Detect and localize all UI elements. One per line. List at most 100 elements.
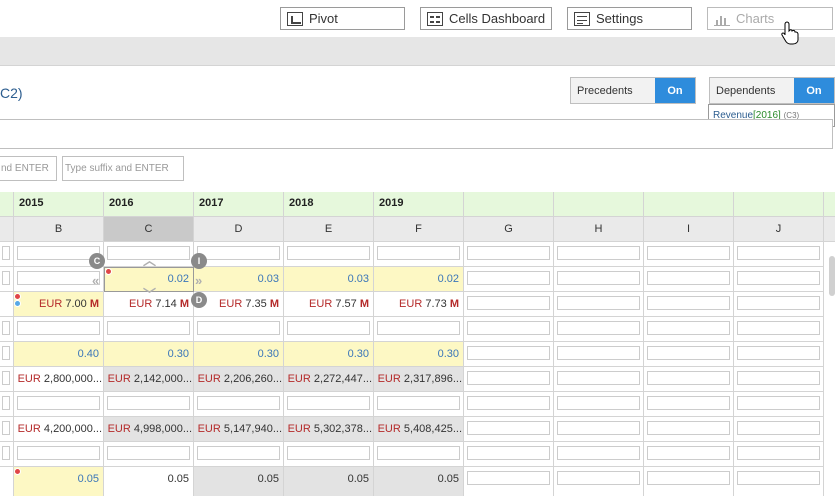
grid-cell[interactable]: EUR 7.35 M	[194, 292, 284, 317]
grid-cell[interactable]	[554, 317, 644, 342]
grid-cell[interactable]	[644, 342, 734, 367]
grid-cell[interactable]	[644, 367, 734, 392]
grid-cell[interactable]	[0, 267, 14, 292]
blank-input[interactable]	[2, 246, 10, 260]
grid-cell[interactable]	[644, 442, 734, 467]
grid-cell[interactable]: 0.05	[284, 467, 374, 496]
grid-cell[interactable]	[464, 267, 554, 292]
blank-input[interactable]	[17, 321, 100, 335]
chevron-left-icon[interactable]: «	[92, 274, 99, 287]
chevron-up-icon[interactable]: ︿	[143, 254, 156, 267]
blank-input[interactable]	[557, 271, 640, 285]
grid-cell[interactable]	[374, 317, 464, 342]
blank-input[interactable]	[377, 246, 460, 260]
blank-input[interactable]	[107, 446, 190, 460]
grid-cell[interactable]	[644, 392, 734, 417]
grid-cell[interactable]: EUR 2,206,260...	[194, 367, 284, 392]
column-header-h[interactable]: H	[554, 217, 644, 242]
grid-cell[interactable]	[734, 467, 824, 496]
grid-cell[interactable]	[554, 467, 644, 496]
grid-cell[interactable]	[554, 242, 644, 267]
blank-input[interactable]	[467, 271, 550, 285]
grid-cell[interactable]: EUR 2,142,000...	[104, 367, 194, 392]
grid-cell[interactable]	[554, 442, 644, 467]
grid-cell[interactable]	[734, 292, 824, 317]
prefix-input[interactable]: nd ENTER	[0, 156, 57, 181]
grid-cell[interactable]	[644, 317, 734, 342]
grid-cell[interactable]	[0, 292, 14, 317]
grid-cell[interactable]	[644, 292, 734, 317]
grid-cell[interactable]	[104, 317, 194, 342]
blank-input[interactable]	[647, 296, 730, 310]
grid-cell[interactable]	[194, 392, 284, 417]
grid-cell[interactable]: EUR 7.73 M	[374, 292, 464, 317]
grid-cell[interactable]	[194, 242, 284, 267]
blank-input[interactable]	[737, 371, 820, 385]
grid-cell[interactable]	[104, 392, 194, 417]
column-header-b[interactable]: B	[14, 217, 104, 242]
blank-input[interactable]	[197, 246, 280, 260]
blank-input[interactable]	[737, 246, 820, 260]
grid-cell[interactable]: EUR 5,408,425...	[374, 417, 464, 442]
grid-cell[interactable]	[464, 467, 554, 496]
grid-cell[interactable]	[0, 367, 14, 392]
dependents-toggle[interactable]: Dependents On	[709, 77, 835, 104]
grid-cell[interactable]: 0.05	[104, 467, 194, 496]
grid-cell[interactable]: EUR 7.00 M	[14, 292, 104, 317]
grid-cell[interactable]	[554, 267, 644, 292]
blank-input[interactable]	[2, 271, 10, 285]
grid-cell[interactable]: 0.30	[104, 342, 194, 367]
grid-cell[interactable]	[194, 442, 284, 467]
column-header-j[interactable]: J	[734, 217, 824, 242]
blank-input[interactable]	[737, 421, 820, 435]
blank-input[interactable]	[467, 346, 550, 360]
blank-input[interactable]	[557, 471, 640, 485]
column-header-e[interactable]: E	[284, 217, 374, 242]
blank-input[interactable]	[647, 346, 730, 360]
grid-cell[interactable]	[14, 442, 104, 467]
blank-input[interactable]	[557, 396, 640, 410]
grid-cell[interactable]	[374, 392, 464, 417]
column-header-c[interactable]: C	[104, 217, 194, 242]
blank-input[interactable]	[2, 421, 10, 435]
grid-cell[interactable]: EUR 2,272,447...	[284, 367, 374, 392]
blank-input[interactable]	[197, 446, 280, 460]
grid-cell[interactable]	[734, 417, 824, 442]
grid-cell[interactable]	[374, 242, 464, 267]
blank-input[interactable]	[557, 446, 640, 460]
grid-cell[interactable]	[644, 417, 734, 442]
grid-cell[interactable]	[464, 392, 554, 417]
blank-input[interactable]	[2, 346, 10, 360]
blank-input[interactable]	[467, 321, 550, 335]
grid-cell[interactable]	[0, 417, 14, 442]
blank-input[interactable]	[197, 396, 280, 410]
blank-input[interactable]	[2, 321, 10, 335]
dependents-on-button[interactable]: On	[794, 78, 834, 103]
blank-input[interactable]	[107, 321, 190, 335]
grid-cell[interactable]	[554, 417, 644, 442]
grid-cell[interactable]	[554, 292, 644, 317]
precedents-on-button[interactable]: On	[655, 78, 695, 103]
blank-input[interactable]	[647, 246, 730, 260]
handle-top[interactable]: I	[191, 253, 207, 269]
blank-input[interactable]	[467, 446, 550, 460]
precedents-toggle[interactable]: Precedents On	[570, 77, 696, 104]
grid-cell[interactable]	[464, 342, 554, 367]
blank-input[interactable]	[377, 396, 460, 410]
blank-input[interactable]	[287, 396, 370, 410]
blank-input[interactable]	[647, 421, 730, 435]
grid-cell[interactable]	[0, 317, 14, 342]
grid-cell[interactable]	[194, 317, 284, 342]
blank-input[interactable]	[377, 321, 460, 335]
blank-input[interactable]	[287, 246, 370, 260]
grid-cell[interactable]: EUR 4,200,000...	[14, 417, 104, 442]
blank-input[interactable]	[467, 296, 550, 310]
grid-cell[interactable]: 0.30	[284, 342, 374, 367]
grid-cell[interactable]	[734, 267, 824, 292]
blank-input[interactable]	[467, 371, 550, 385]
blank-input[interactable]	[647, 471, 730, 485]
blank-input[interactable]	[2, 396, 10, 410]
grid-cell[interactable]	[644, 242, 734, 267]
grid-cell[interactable]: EUR 5,302,378...	[284, 417, 374, 442]
blank-input[interactable]	[557, 346, 640, 360]
